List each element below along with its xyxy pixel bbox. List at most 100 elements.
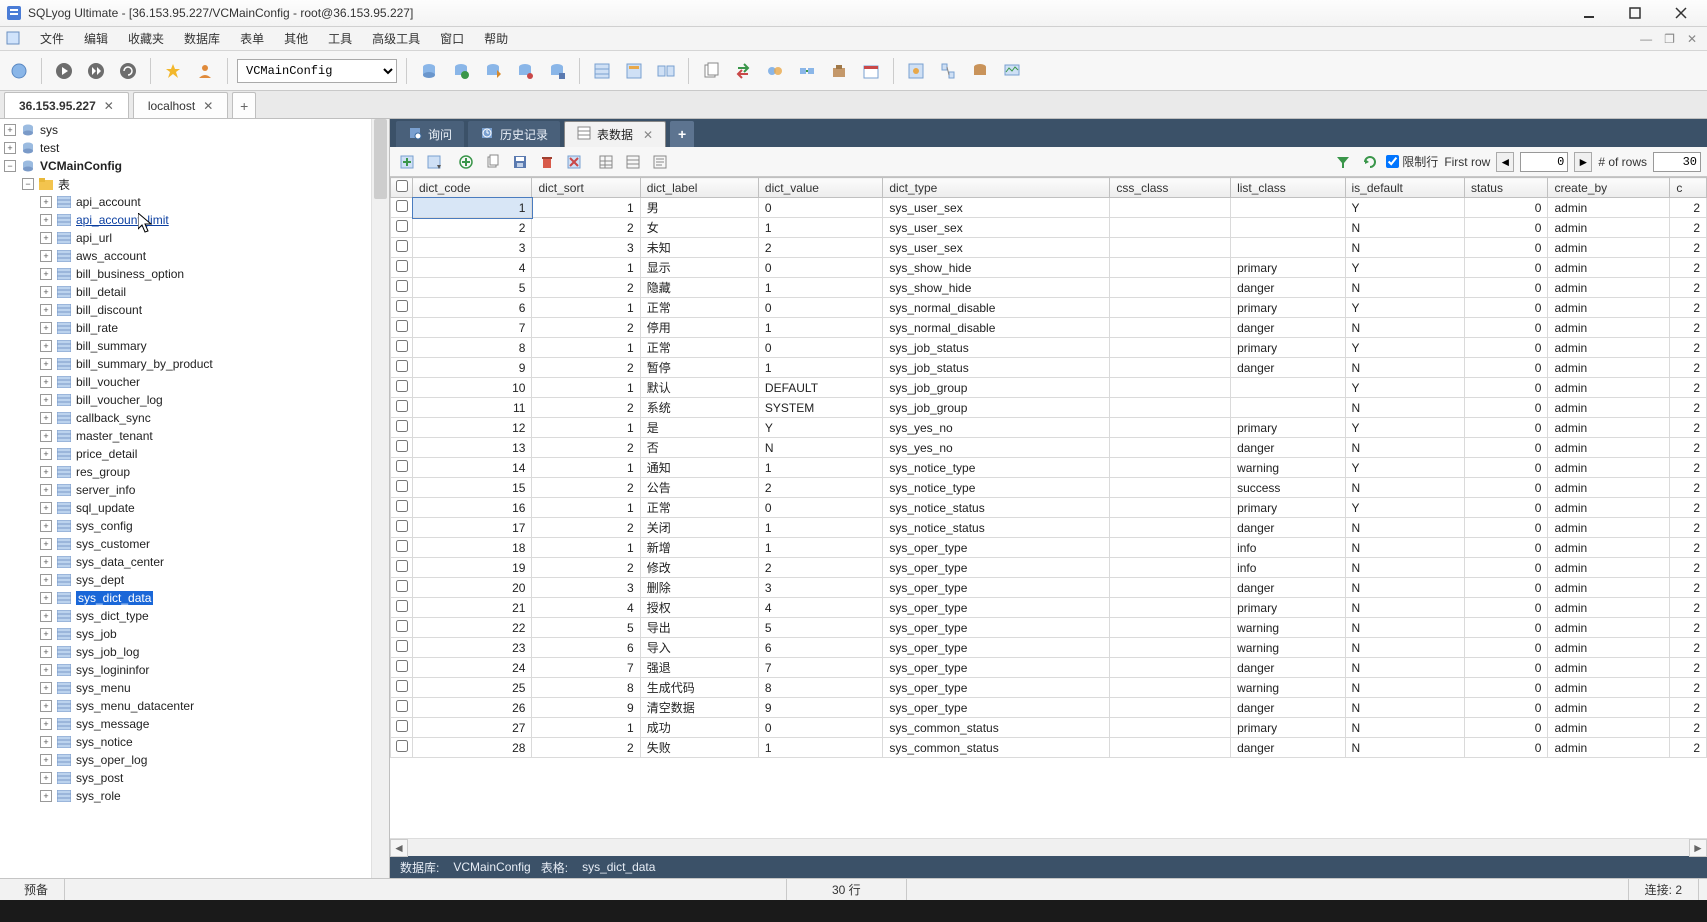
row-checkbox[interactable] xyxy=(396,280,408,292)
table-cell[interactable]: 22 xyxy=(413,618,532,638)
menu-item[interactable]: 收藏夹 xyxy=(118,28,174,49)
close-button[interactable] xyxy=(1669,3,1693,23)
table-cell[interactable]: admin xyxy=(1548,218,1670,238)
close-tab-icon[interactable]: ✕ xyxy=(203,99,213,113)
table-cell[interactable]: 公告 xyxy=(640,478,758,498)
table-cell[interactable]: 2 xyxy=(1670,538,1707,558)
table-cell[interactable]: 0 xyxy=(1464,278,1548,298)
select-all-checkbox[interactable] xyxy=(396,180,408,192)
table-cell[interactable]: N xyxy=(1345,678,1464,698)
tree-expander-icon[interactable]: + xyxy=(40,430,52,442)
document-tab[interactable]: 询问 xyxy=(396,121,464,147)
tree-scrollbar[interactable] xyxy=(371,119,389,878)
table-cell[interactable]: sys_oper_type xyxy=(883,598,1110,618)
column-header[interactable]: create_by xyxy=(1548,178,1670,198)
table-cell[interactable]: 15 xyxy=(413,478,532,498)
row-checkbox[interactable] xyxy=(396,680,408,692)
tree-expander-icon[interactable]: + xyxy=(40,700,52,712)
table-row[interactable]: 247强退7sys_oper_typedangerN0admin2 xyxy=(391,658,1707,678)
tree-node[interactable]: +bill_summary_by_product xyxy=(0,355,371,373)
table-cell[interactable]: 强退 xyxy=(640,658,758,678)
table-cell[interactable]: danger xyxy=(1231,578,1345,598)
table-cell[interactable]: 2 xyxy=(532,558,640,578)
table-cell[interactable]: 7 xyxy=(532,658,640,678)
table-cell[interactable]: 0 xyxy=(1464,738,1548,758)
table-cell[interactable]: danger xyxy=(1231,738,1345,758)
table-cell[interactable] xyxy=(1110,458,1231,478)
table-cell[interactable]: admin xyxy=(1548,438,1670,458)
table-cell[interactable]: 0 xyxy=(1464,298,1548,318)
table-cell[interactable]: 1 xyxy=(758,458,882,478)
table-cell[interactable]: 4 xyxy=(413,258,532,278)
table-cell[interactable]: admin xyxy=(1548,198,1670,218)
table-cell[interactable]: 清空数据 xyxy=(640,698,758,718)
tool-db-export-button[interactable] xyxy=(480,58,506,84)
table-cell[interactable]: 0 xyxy=(1464,598,1548,618)
table-row[interactable]: 61正常0sys_normal_disableprimaryY0admin2 xyxy=(391,298,1707,318)
table-row[interactable]: 11男0sys_user_sexY0admin2 xyxy=(391,198,1707,218)
table-cell[interactable] xyxy=(1231,238,1345,258)
table-cell[interactable]: 2 xyxy=(1670,258,1707,278)
table-cell[interactable]: 13 xyxy=(413,438,532,458)
table-cell[interactable]: admin xyxy=(1548,578,1670,598)
tree-node[interactable]: +sys_dict_data xyxy=(0,589,371,607)
tree-node[interactable]: +sys_job xyxy=(0,625,371,643)
table-cell[interactable]: 男 xyxy=(640,198,758,218)
tree-expander-icon[interactable]: + xyxy=(40,448,52,460)
table-cell[interactable]: 2 xyxy=(1670,518,1707,538)
tree-expander-icon[interactable]: + xyxy=(40,646,52,658)
table-row[interactable]: 132否Nsys_yes_nodangerN0admin2 xyxy=(391,438,1707,458)
tree-node[interactable]: +bill_voucher xyxy=(0,373,371,391)
column-header[interactable]: dict_code xyxy=(413,178,532,198)
table-cell[interactable]: N xyxy=(1345,358,1464,378)
table-cell[interactable]: 26 xyxy=(413,698,532,718)
table-cell[interactable]: danger xyxy=(1231,278,1345,298)
row-checkbox[interactable] xyxy=(396,260,408,272)
table-cell[interactable]: 2 xyxy=(1670,698,1707,718)
prev-page-button[interactable]: ◄ xyxy=(1496,152,1514,172)
row-checkbox[interactable] xyxy=(396,240,408,252)
table-cell[interactable] xyxy=(1110,318,1231,338)
tool-sync-button[interactable] xyxy=(730,58,756,84)
table-cell[interactable]: 21 xyxy=(413,598,532,618)
tree-expander-icon[interactable]: + xyxy=(40,718,52,730)
tree-expander-icon[interactable]: + xyxy=(40,610,52,622)
table-cell[interactable]: Y xyxy=(758,418,882,438)
table-cell[interactable]: 2 xyxy=(1670,478,1707,498)
tree-expander-icon[interactable]: + xyxy=(40,340,52,352)
table-cell[interactable]: 0 xyxy=(1464,518,1548,538)
tree-node[interactable]: +sys_data_center xyxy=(0,553,371,571)
column-header[interactable]: list_class xyxy=(1231,178,1345,198)
table-cell[interactable] xyxy=(1110,518,1231,538)
database-selector[interactable]: VCMainConfig xyxy=(237,59,397,83)
menu-item[interactable]: 编辑 xyxy=(74,28,118,49)
table-cell[interactable]: 0 xyxy=(1464,658,1548,678)
table-cell[interactable]: 6 xyxy=(532,638,640,658)
table-cell[interactable]: 28 xyxy=(413,738,532,758)
table-row[interactable]: 81正常0sys_job_statusprimaryY0admin2 xyxy=(391,338,1707,358)
table-cell[interactable]: 0 xyxy=(1464,438,1548,458)
tree-node[interactable]: +sql_update xyxy=(0,499,371,517)
table-cell[interactable] xyxy=(1110,718,1231,738)
table-cell[interactable] xyxy=(1110,398,1231,418)
mdi-minimize-icon[interactable]: — xyxy=(1636,32,1656,46)
table-cell[interactable]: 2 xyxy=(1670,218,1707,238)
tree-node[interactable]: +bill_business_option xyxy=(0,265,371,283)
table-cell[interactable]: 2 xyxy=(532,438,640,458)
tree-expander-icon[interactable]: + xyxy=(4,142,16,154)
table-cell[interactable]: 2 xyxy=(532,398,640,418)
table-cell[interactable] xyxy=(1110,258,1231,278)
table-cell[interactable]: primary xyxy=(1231,718,1345,738)
grid-view-form-button[interactable] xyxy=(622,151,644,173)
tree-expander-icon[interactable]: + xyxy=(40,358,52,370)
table-cell[interactable]: 0 xyxy=(1464,678,1548,698)
table-cell[interactable] xyxy=(1110,598,1231,618)
table-cell[interactable]: 1 xyxy=(758,738,882,758)
table-cell[interactable]: warning xyxy=(1231,458,1345,478)
num-rows-input[interactable] xyxy=(1653,152,1701,172)
tree-expander-icon[interactable]: + xyxy=(40,502,52,514)
table-cell[interactable]: 正常 xyxy=(640,498,758,518)
table-cell[interactable]: 正常 xyxy=(640,338,758,358)
table-cell[interactable]: danger xyxy=(1231,658,1345,678)
row-checkbox[interactable] xyxy=(396,560,408,572)
